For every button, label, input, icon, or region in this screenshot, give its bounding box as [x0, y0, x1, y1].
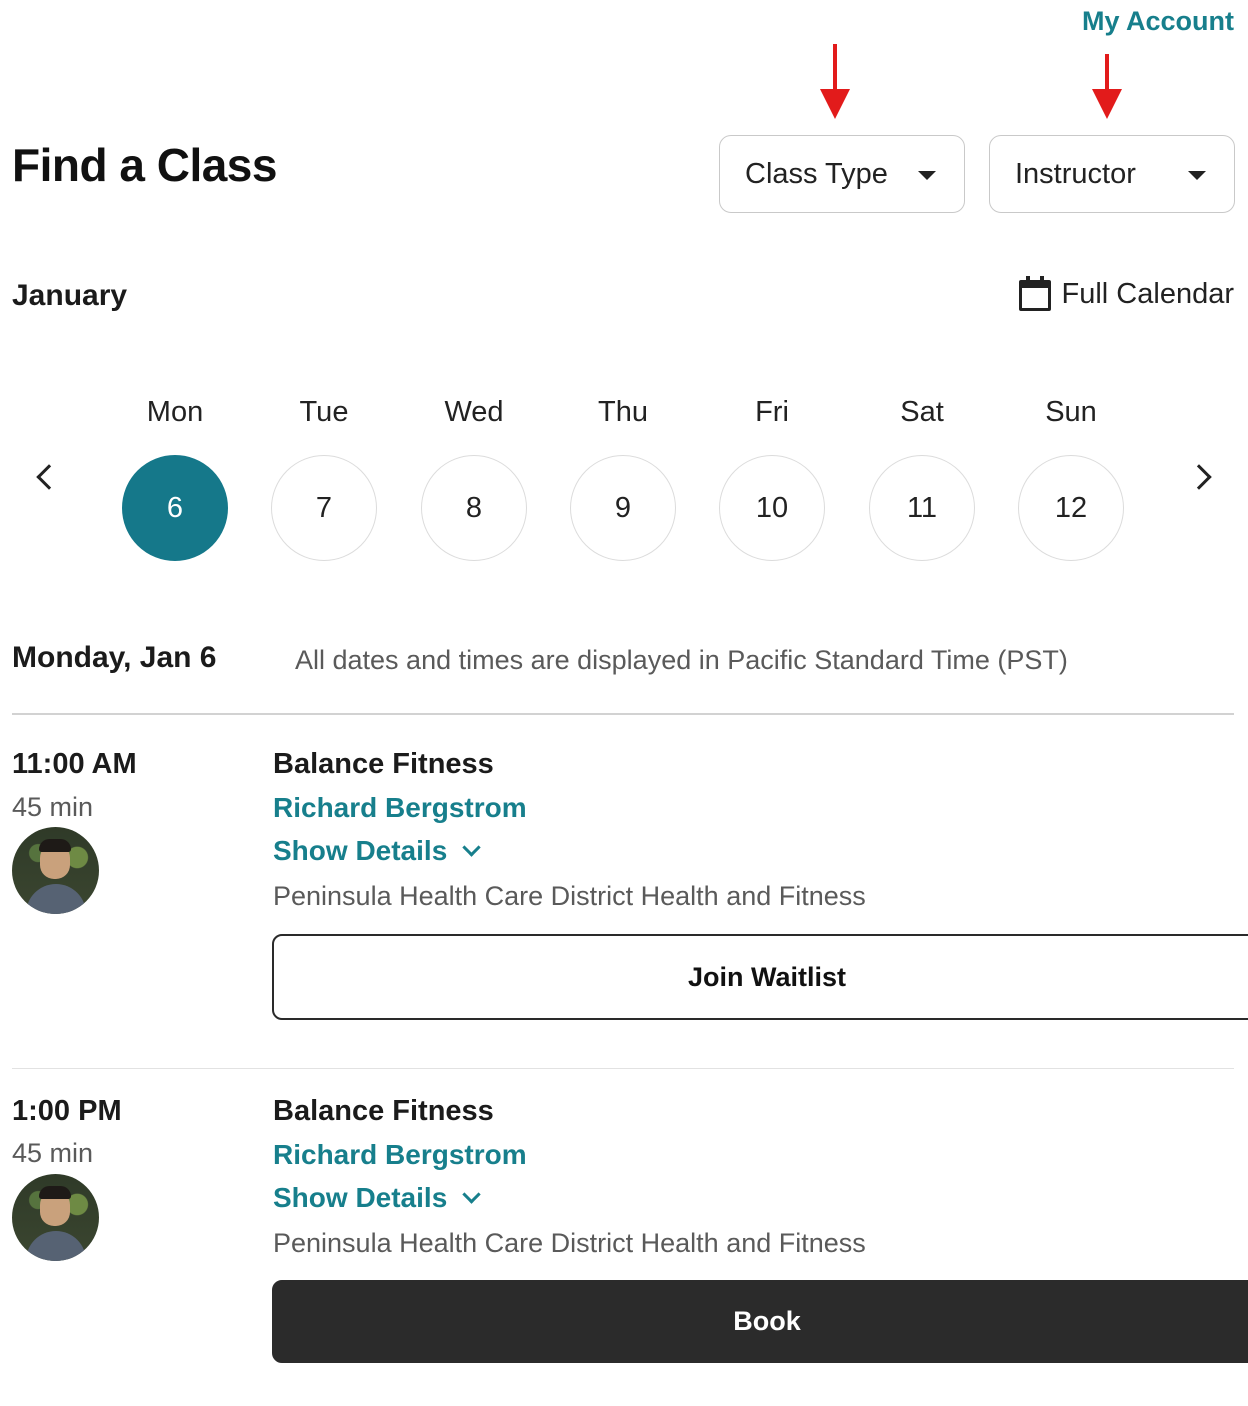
day-name: Tue	[299, 396, 349, 428]
class-time: 11:00 AM	[12, 748, 137, 780]
my-account-link[interactable]: My Account	[1082, 6, 1234, 37]
page-title: Find a Class	[12, 139, 277, 191]
book-button[interactable]: Book	[272, 1280, 1248, 1363]
show-details-toggle[interactable]: Show Details	[273, 835, 481, 867]
instructor-label: Instructor	[1015, 157, 1136, 190]
day-name: Sun	[1045, 396, 1097, 428]
divider	[12, 713, 1234, 715]
chevron-left-icon[interactable]	[34, 463, 54, 493]
day-button-selected[interactable]: 6	[122, 455, 228, 561]
chevron-down-icon	[462, 837, 481, 857]
day-name: Mon	[146, 396, 204, 428]
day-button[interactable]: 12	[1018, 455, 1124, 561]
instructor-link[interactable]: Richard Bergstrom	[273, 1139, 527, 1171]
selected-date-heading: Monday, Jan 6	[12, 641, 217, 674]
day-button[interactable]: 7	[271, 455, 377, 561]
show-details-toggle[interactable]: Show Details	[273, 1182, 481, 1214]
class-duration: 45 min	[12, 1138, 94, 1168]
day-button[interactable]: 9	[570, 455, 676, 561]
divider	[12, 1068, 1234, 1069]
caret-down-icon	[1188, 171, 1206, 180]
timezone-note: All dates and times are displayed in Pac…	[295, 645, 1068, 675]
show-details-label: Show Details	[273, 1182, 448, 1213]
chevron-right-icon[interactable]	[1192, 463, 1212, 493]
annotation-arrow-icon	[820, 44, 850, 119]
full-calendar-button[interactable]: Full Calendar	[1018, 276, 1234, 312]
class-location: Peninsula Health Care District Health an…	[273, 881, 866, 911]
day-name: Sat	[900, 396, 944, 428]
calendar-icon	[1018, 276, 1052, 312]
class-name: Balance Fitness	[273, 748, 494, 780]
class-duration: 45 min	[12, 792, 94, 822]
class-type-label: Class Type	[745, 157, 888, 190]
day-button[interactable]: 10	[719, 455, 825, 561]
instructor-avatar	[12, 827, 99, 914]
day-name: Wed	[444, 396, 504, 428]
join-waitlist-button[interactable]: Join Waitlist	[272, 934, 1248, 1020]
class-location: Peninsula Health Care District Health an…	[273, 1228, 866, 1258]
class-time: 1:00 PM	[12, 1095, 122, 1127]
month-label: January	[12, 279, 128, 312]
instructor-link[interactable]: Richard Bergstrom	[273, 792, 527, 824]
day-button[interactable]: 8	[421, 455, 527, 561]
caret-down-icon	[918, 171, 936, 180]
full-calendar-label: Full Calendar	[1061, 277, 1234, 310]
class-type-dropdown[interactable]: Class Type	[719, 135, 965, 213]
instructor-avatar	[12, 1174, 99, 1261]
instructor-dropdown[interactable]: Instructor	[989, 135, 1235, 213]
annotation-arrow-icon	[1092, 54, 1122, 119]
chevron-down-icon	[462, 1184, 481, 1204]
show-details-label: Show Details	[273, 835, 448, 866]
day-button[interactable]: 11	[869, 455, 975, 561]
day-name: Thu	[598, 396, 648, 428]
day-name: Fri	[755, 396, 789, 428]
class-name: Balance Fitness	[273, 1095, 494, 1127]
